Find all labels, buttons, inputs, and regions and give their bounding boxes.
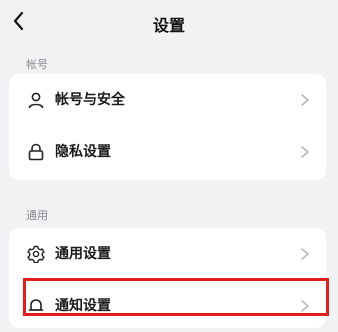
settings-item-general[interactable]: 通用设置 (9, 228, 326, 280)
user-icon (28, 92, 44, 109)
settings-item-label: 通用设置 (55, 246, 111, 262)
top-bar: 设置 (0, 0, 338, 44)
settings-item-label: 隐私设置 (55, 144, 111, 160)
lock-icon (28, 143, 44, 161)
chevron-right-icon (301, 146, 309, 158)
settings-item-account-security[interactable]: 帐号与安全 (9, 74, 326, 126)
page-title: 设置 (152, 16, 185, 35)
chevron-right-icon (301, 248, 309, 260)
gear-icon (27, 245, 45, 263)
settings-item-privacy[interactable]: 隐私设置 (9, 126, 326, 178)
section-label-general: 通用 (26, 209, 48, 222)
bell-icon (28, 299, 44, 311)
general-card: 通用设置 通知设置 (9, 228, 326, 328)
settings-item-label: 帐号与安全 (55, 92, 125, 108)
chevron-right-icon (301, 300, 309, 312)
chevron-right-icon (301, 94, 309, 106)
section-label-account: 帐号 (26, 58, 48, 71)
settings-item-label: 通知设置 (55, 298, 111, 314)
account-card: 帐号与安全 隐私设置 (9, 74, 326, 180)
settings-item-notifications[interactable]: 通知设置 (9, 280, 326, 332)
